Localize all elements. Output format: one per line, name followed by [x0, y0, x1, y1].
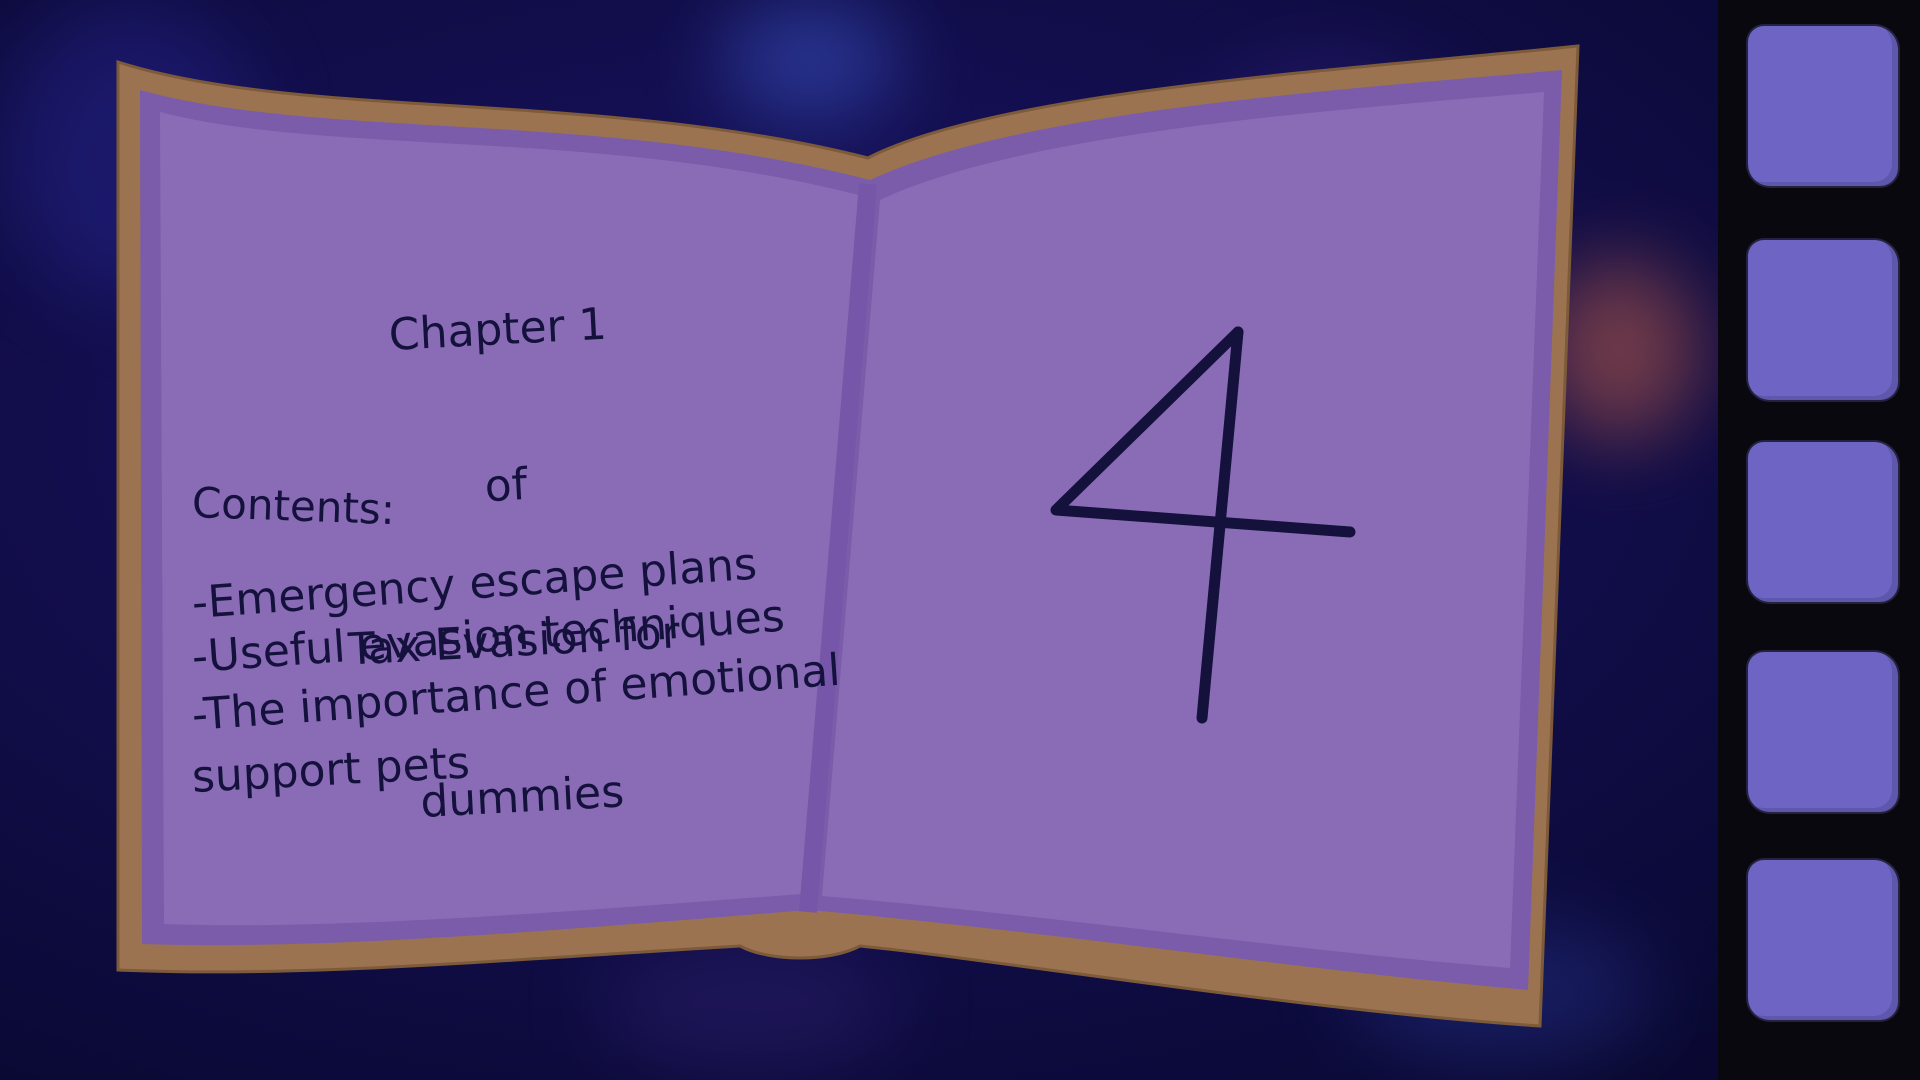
book-illustration	[116, 44, 1580, 1028]
contents-heading: Contents:	[191, 478, 396, 535]
inventory-slot-4[interactable]	[1748, 652, 1898, 812]
inventory-slot-2[interactable]	[1748, 240, 1898, 400]
inventory-slot-1[interactable]	[1748, 26, 1898, 186]
game-scene: Chapter 1 of Tax Evasion for dummies Con…	[0, 0, 1920, 1080]
open-book: Chapter 1 of Tax Evasion for dummies Con…	[0, 0, 1600, 1060]
chapter-title-line: Chapter 1	[387, 298, 608, 361]
inventory-sidebar	[1718, 0, 1920, 1080]
right-page-surface	[822, 92, 1544, 968]
inventory-slot-5[interactable]	[1748, 860, 1898, 1020]
inventory-slot-3[interactable]	[1748, 442, 1898, 602]
